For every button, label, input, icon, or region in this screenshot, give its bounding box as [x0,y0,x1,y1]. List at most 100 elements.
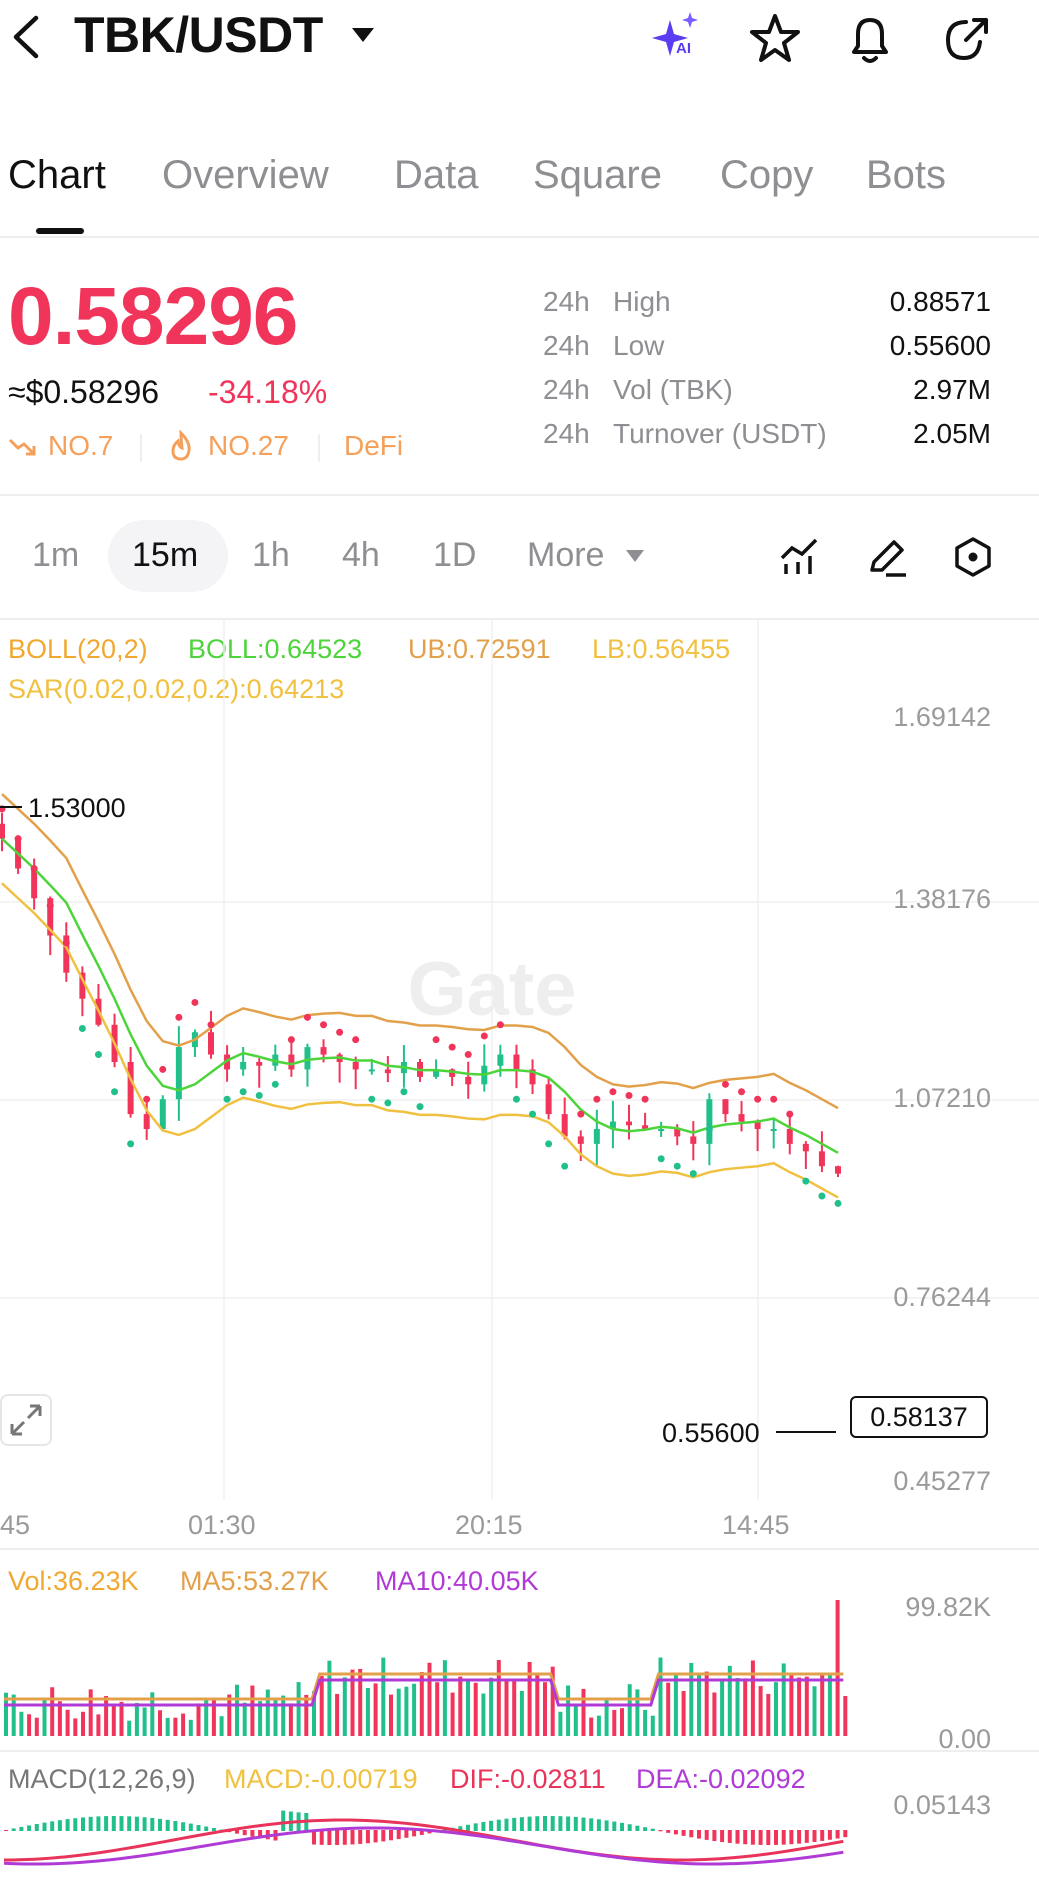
interval-more[interactable]: More [527,536,604,575]
draw-tool-icon[interactable] [866,536,908,578]
sar-dot [432,1036,440,1044]
volume-bar [827,1672,832,1736]
macd-bar [827,1830,832,1840]
candle-body [786,1128,793,1144]
macd-bar [196,1825,201,1831]
tab-square[interactable]: Square [533,153,662,198]
macd-bar [573,1816,578,1831]
sar-dot [46,902,54,910]
sar-dot [368,1095,376,1103]
bell-icon[interactable] [844,12,896,64]
volume-bar [281,1695,286,1736]
macd-bar [596,1819,601,1831]
macd-bar [535,1816,540,1831]
sar-dot [239,1088,247,1096]
tab-data[interactable]: Data [394,153,479,198]
macd-bar [181,1822,186,1831]
volume-bar [158,1710,162,1736]
sar-dot [641,1095,649,1103]
macd-bar [689,1830,694,1838]
tab-chart[interactable]: Chart [8,153,106,198]
back-icon[interactable] [10,14,40,60]
sar-dot [593,1095,601,1103]
ai-assistant-button[interactable]: AI [650,12,706,62]
volume-bar [419,1672,424,1736]
volume-bar [304,1694,309,1736]
volume-bar [219,1716,224,1736]
volume-bar [396,1688,401,1736]
volume-bar [242,1702,247,1736]
stat-volume-value: 2.97M [913,374,991,405]
sar-dot [143,1095,151,1103]
candle-body [384,1069,391,1074]
settings-hexagon-icon[interactable] [952,536,994,578]
sar-dot [689,1170,697,1178]
volume-bar [288,1703,293,1736]
macd-bar [389,1830,393,1841]
share-icon[interactable] [940,12,994,64]
star-icon[interactable] [748,12,802,64]
volume-bar [681,1691,686,1736]
volume-bar [735,1678,740,1736]
price-change: -34.18% [208,374,328,410]
macd-bar [96,1816,101,1831]
time-axis-label: 14:45 [722,1510,790,1540]
candle-body [497,1054,504,1066]
pair-dropdown-icon[interactable] [350,26,376,44]
macd-bar [643,1827,648,1831]
macd-bar [766,1830,771,1845]
interval-15m[interactable]: 15m [132,536,198,575]
interval-1h[interactable]: 1h [252,536,290,575]
volume-bar [473,1682,478,1736]
interval-1d[interactable]: 1D [433,536,476,575]
stat-low-value: 0.55600 [889,330,991,361]
volume-bar [65,1709,70,1736]
more-dropdown-icon[interactable] [624,548,646,564]
volume-bar [835,1600,840,1736]
volume-bar [111,1704,116,1736]
time-axis-label: 20:15 [455,1510,523,1540]
tab-bots[interactable]: Bots [866,153,946,198]
macd-bar [65,1819,70,1831]
macd-bar [697,1830,701,1839]
volume-bar [535,1674,540,1736]
macd-bar [758,1830,763,1845]
pair-title[interactable]: TBK/USDT [74,6,323,64]
volume-bar [404,1686,409,1736]
indicator-icon[interactable] [778,536,820,578]
price-chart[interactable]: Gate 1.53000 0.55600 [0,620,1039,1500]
interval-4h[interactable]: 4h [342,536,380,575]
macd-bar [173,1821,178,1831]
price-axis-label: 0.45277 [893,1466,991,1496]
candle-body [465,1076,472,1085]
macd-bar [404,1830,409,1838]
macd-bar [797,1830,802,1844]
macd-bar [566,1816,571,1831]
volume-bar [265,1689,270,1736]
price-axis-label: 1.38176 [893,884,991,914]
high-marker-label: 1.53000 [28,793,126,823]
fullscreen-button[interactable] [0,1394,52,1446]
sar-dot [191,998,199,1006]
hot-rank-badge[interactable]: NO.27 [208,430,289,462]
fiat-price: ≈$0.58296 [8,374,160,410]
trend-rank-badge[interactable]: NO.7 [48,430,113,462]
macd-bar [581,1817,586,1831]
interval-1m[interactable]: 1m [32,536,79,575]
macd-bar [635,1825,640,1831]
candle-body [722,1099,729,1115]
stat-period: 24h [543,374,590,405]
macd-bar [704,1830,709,1840]
tab-overview[interactable]: Overview [162,153,329,198]
category-badge[interactable]: DeFi [344,430,403,462]
sar-dot [834,1199,842,1207]
sar-dot [802,1177,810,1185]
divider [318,434,320,462]
tab-copy[interactable]: Copy [720,153,813,198]
macd-bar [820,1830,825,1841]
macd-bar [735,1830,740,1844]
stat-label: Vol (TBK) [613,374,733,405]
macd-dea: DEA:-0.02092 [636,1764,806,1794]
app-root: TBK/USDT AI Chart Overview Data Square C… [0,0,1039,1904]
macd-bar [19,1826,24,1831]
